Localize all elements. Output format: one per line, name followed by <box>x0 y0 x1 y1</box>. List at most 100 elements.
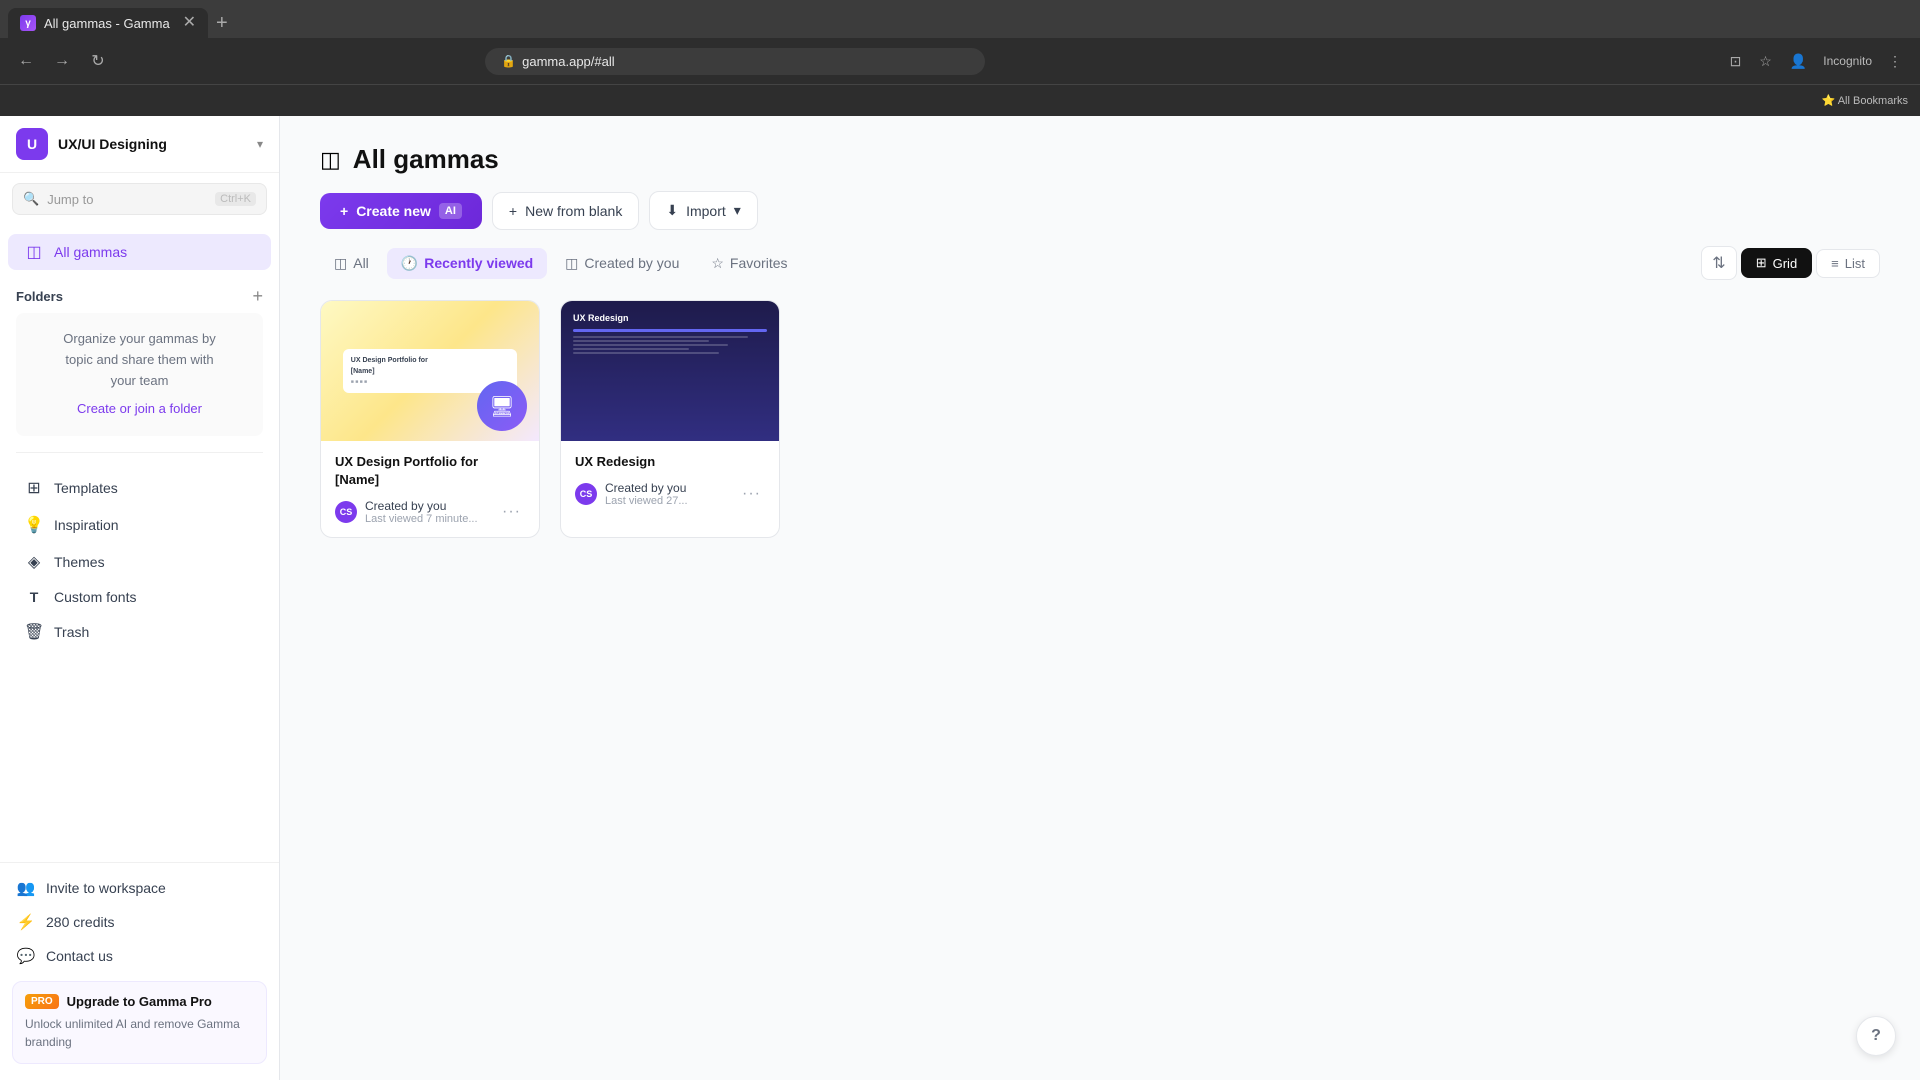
cast-button[interactable]: ⊡ <box>1724 49 1748 74</box>
add-folder-button[interactable]: + <box>252 287 263 305</box>
bookmarks-label: ⭐ All Bookmarks <box>1822 94 1908 107</box>
toolbar: + Create new AI + New from blank ⬇ Impor… <box>280 191 1920 246</box>
sidebar-item-trash[interactable]: 🗑 Trash <box>8 614 271 650</box>
filter-tab-created-by-you[interactable]: ◫ Created by you <box>551 248 693 279</box>
preview-line-3 <box>573 344 728 346</box>
credits-icon: ⚡ <box>16 913 36 931</box>
view-toggle: ⇅ ⊞ Grid ≡ List <box>1701 246 1880 280</box>
folders-empty-state: Organize your gammas bytopic and share t… <box>16 313 263 436</box>
grid-icon: ⊞ <box>1756 255 1767 271</box>
upgrade-title: Upgrade to Gamma Pro <box>67 994 212 1009</box>
card-preview-1: UX Design Portfolio for [Name] ■ ■ ■ ■ 🖥 <box>321 301 539 441</box>
themes-icon: ◈ <box>24 552 44 572</box>
sidebar-bottom: 👥 Invite to workspace ⚡ 280 credits 💬 Co… <box>0 862 279 1080</box>
card-time-2: Last viewed 27... <box>605 495 730 507</box>
contact-icon: 💬 <box>16 947 36 965</box>
filter-tab-favorites[interactable]: ☆ Favorites <box>697 248 801 279</box>
filter-tab-all[interactable]: ◫ All <box>320 248 383 279</box>
card-footer-1: CS Created by you Last viewed 7 minute..… <box>335 499 525 525</box>
page-title: All gammas <box>353 144 499 175</box>
sidebar-divider-1 <box>16 452 263 453</box>
sidebar-menu: ⊞ Templates 💡 Inspiration ◈ Themes T Cus… <box>0 461 279 659</box>
create-new-label: Create new <box>356 203 431 219</box>
active-tab[interactable]: All gammas - Gamma ✕ <box>8 8 208 38</box>
card-ux-redesign[interactable]: UX Redesign UX Redesign CS <box>560 300 780 538</box>
card-avatar-1: CS <box>335 501 357 523</box>
workspace-header[interactable]: U UX/UI Designing ▾ <box>0 116 279 173</box>
profile-button[interactable]: 👤 <box>1784 49 1813 74</box>
search-placeholder-text: Jump to <box>47 192 207 207</box>
sidebar-item-themes[interactable]: ◈ Themes <box>8 544 271 580</box>
card-meta-1: Created by you Last viewed 7 minute... <box>365 499 490 525</box>
folders-section: Folders + Organize your gammas bytopic a… <box>0 279 279 444</box>
search-shortcut: Ctrl+K <box>215 192 256 206</box>
sidebar: U UX/UI Designing ▾ 🔍 Jump to Ctrl+K ◫ A… <box>0 116 280 1080</box>
new-tab-button[interactable]: + <box>208 8 236 39</box>
credits-item[interactable]: ⚡ 280 credits <box>0 905 279 939</box>
card-title-2: UX Redesign <box>575 453 765 471</box>
create-new-button[interactable]: + Create new AI <box>320 193 482 229</box>
card-title-1: UX Design Portfolio for [Name] <box>335 453 525 489</box>
upgrade-section[interactable]: PRO Upgrade to Gamma Pro Unlock unlimite… <box>12 981 267 1064</box>
folders-title: Folders <box>16 289 63 304</box>
sort-button[interactable]: ⇅ <box>1701 246 1736 280</box>
page-title-icon: ◫ <box>320 147 341 173</box>
extensions-button[interactable]: ⋮ <box>1882 49 1908 74</box>
contact-us-item[interactable]: 💬 Contact us <box>0 939 279 973</box>
new-from-blank-button[interactable]: + New from blank <box>492 192 639 230</box>
card-avatar-2: CS <box>575 483 597 505</box>
inspiration-label: Inspiration <box>54 517 119 533</box>
browser-actions: ⊡ ☆ 👤 Incognito ⋮ <box>1724 49 1908 74</box>
card-menu-button-1[interactable]: ··· <box>498 501 525 523</box>
preview-title-text: UX Design Portfolio for <box>351 357 509 364</box>
invite-label: Invite to workspace <box>46 880 166 896</box>
jump-to-search[interactable]: 🔍 Jump to Ctrl+K <box>12 183 267 215</box>
templates-icon: ⊞ <box>24 478 44 498</box>
all-gammas-icon: ◫ <box>24 242 44 262</box>
list-view-button[interactable]: ≡ List <box>1816 249 1880 278</box>
forward-button[interactable]: → <box>48 47 76 75</box>
help-button[interactable]: ? <box>1856 1016 1896 1056</box>
folders-header: Folders + <box>16 287 263 305</box>
back-button[interactable]: ← <box>12 47 40 75</box>
all-gammas-label: All gammas <box>54 244 127 260</box>
preview-circle-icon: 🖥 <box>477 381 527 431</box>
chevron-down-icon[interactable]: ▾ <box>257 137 263 151</box>
sidebar-item-templates[interactable]: ⊞ Templates <box>8 470 271 506</box>
contact-label: Contact us <box>46 948 113 964</box>
inspiration-icon: 💡 <box>24 515 44 535</box>
templates-label: Templates <box>54 480 118 496</box>
import-button[interactable]: ⬇ Import ▾ <box>649 191 757 230</box>
sidebar-item-inspiration[interactable]: 💡 Inspiration <box>8 507 271 543</box>
card-footer-2: CS Created by you Last viewed 27... ··· <box>575 481 765 507</box>
import-label: Import <box>686 203 726 219</box>
list-icon: ≡ <box>1831 256 1839 271</box>
invite-icon: 👥 <box>16 879 36 897</box>
sidebar-item-custom-fonts[interactable]: T Custom fonts <box>8 581 271 613</box>
ai-badge: AI <box>439 203 462 219</box>
card-menu-button-2[interactable]: ··· <box>738 483 765 505</box>
credits-label: 280 credits <box>46 914 114 930</box>
url-text: gamma.app/#all <box>522 54 615 69</box>
import-icon: ⬇ <box>666 202 678 219</box>
sidebar-resize-handle[interactable] <box>275 116 279 1080</box>
recently-viewed-label: Recently viewed <box>424 255 533 271</box>
app-wrapper: U UX/UI Designing ▾ 🔍 Jump to Ctrl+K ◫ A… <box>0 0 1920 1080</box>
invite-workspace-item[interactable]: 👥 Invite to workspace <box>0 871 279 905</box>
custom-fonts-icon: T <box>24 589 44 605</box>
grid-view-button[interactable]: ⊞ Grid <box>1741 248 1812 278</box>
bookmark-button[interactable]: ☆ <box>1753 49 1778 74</box>
preview-bar <box>573 329 767 332</box>
reload-button[interactable]: ↻ <box>84 47 112 75</box>
main-header: ◫ All gammas <box>280 116 1920 191</box>
url-bar[interactable]: 🔒 gamma.app/#all <box>485 48 985 75</box>
filter-tab-recently-viewed[interactable]: 🕐 Recently viewed <box>387 248 547 279</box>
card-preview-decoration: 🖥 <box>477 381 527 431</box>
tab-close-button[interactable]: ✕ <box>183 15 196 31</box>
create-join-folder-link[interactable]: Create or join a folder <box>32 399 247 420</box>
tab-bar: All gammas - Gamma ✕ + <box>0 0 1920 38</box>
card-ux-design-portfolio[interactable]: UX Design Portfolio for [Name] ■ ■ ■ ■ 🖥… <box>320 300 540 538</box>
sidebar-item-all-gammas[interactable]: ◫ All gammas <box>8 234 271 270</box>
create-plus-icon: + <box>340 203 348 219</box>
grid-label: Grid <box>1773 256 1798 271</box>
